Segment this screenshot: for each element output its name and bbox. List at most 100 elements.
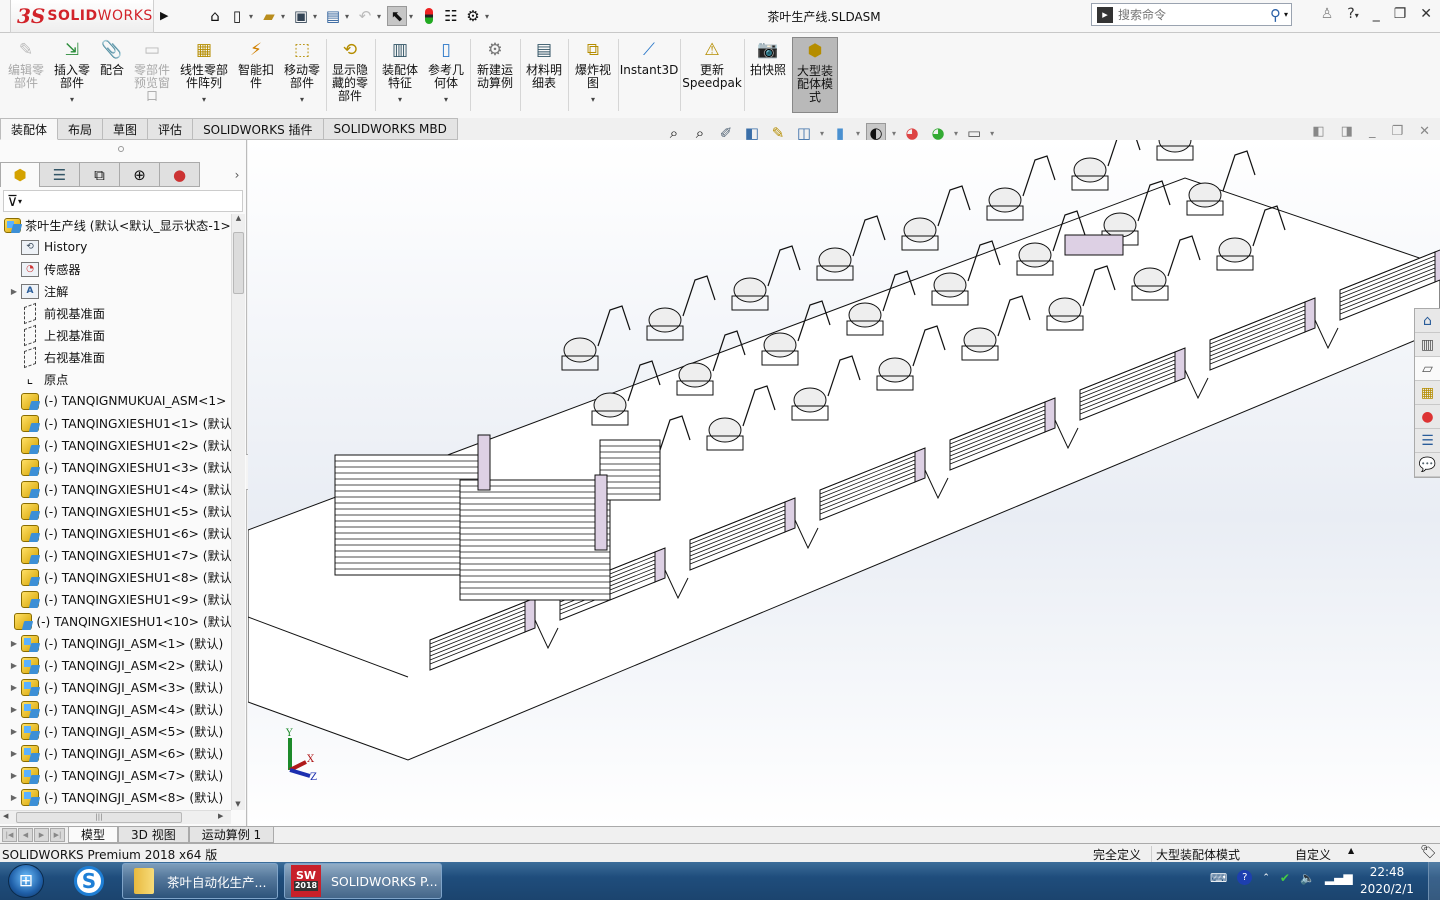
tree-item[interactable]: (-) TANQINGXIESHU1<4> (默认 [0, 478, 232, 500]
doc-close-button[interactable]: ✕ [1419, 124, 1430, 139]
tree-item[interactable]: 前视基准面 [0, 302, 232, 324]
tab-evaluate[interactable]: 评估 [148, 118, 194, 140]
tab-3d-views[interactable]: 3D 视图 [118, 827, 189, 843]
mate-button[interactable]: 📎 配合 [98, 39, 126, 77]
unit-system[interactable]: 自定义 [1295, 846, 1331, 863]
orientation-dropdown-icon[interactable]: ▾ [820, 129, 824, 138]
tree-item[interactable]: (-) TANQINGXIESHU1<10> (默认 [0, 610, 232, 632]
tree-root[interactable]: 茶叶生产线 (默认<默认_显示状态-1>) [0, 214, 232, 236]
sogou-input-icon[interactable]: S [74, 866, 104, 896]
graphics-area[interactable]: Y XZ ⌂ ▥ ▱ ▦ ● ☰ 💬 [248, 140, 1440, 826]
update-speedpak-button[interactable]: ⚠ 更新 Speedpak [682, 39, 742, 90]
horizontal-scroll-thumb[interactable]: ||| [16, 812, 182, 823]
tile-left-icon[interactable]: ◧ [1312, 124, 1324, 139]
minimize-button[interactable]: _ [1373, 6, 1380, 22]
move-component-button[interactable]: ⬚ 移动零 部件 ▾ [282, 39, 322, 106]
tree-item[interactable]: 右视基准面 [0, 346, 232, 368]
expand-arrow-icon[interactable]: ▶ [8, 771, 20, 780]
taskbar-solidworks-button[interactable]: SW 2018 SOLIDWORKS P... [284, 863, 442, 899]
assembly-features-button[interactable]: ▥ 装配体 特征 ▾ [380, 39, 420, 106]
tree-item[interactable]: ▶ (-) TANQINGJI_ASM<4> (默认) [0, 698, 232, 720]
tree-item[interactable]: (-) TANQINGXIESHU1<3> (默认 [0, 456, 232, 478]
unit-menu-arrow-icon[interactable]: ▲ [1348, 846, 1354, 855]
tree-item[interactable]: (-) TANQINGXIESHU1<8> (默认 [0, 566, 232, 588]
configurationmanager-tab[interactable]: ⧉ [80, 162, 120, 187]
tab-sketch[interactable]: 草图 [103, 118, 149, 140]
display-dropdown-icon[interactable]: ▾ [856, 129, 860, 138]
bill-of-materials-button[interactable]: ▤ 材料明 细表 [523, 39, 565, 90]
tile-right-icon[interactable]: ◨ [1341, 124, 1353, 139]
search-icon[interactable]: ⚲ [1270, 6, 1281, 24]
propertymanager-tab[interactable]: ☰ [40, 162, 80, 187]
close-button[interactable]: ✕ [1420, 6, 1432, 22]
instant3d-button[interactable]: ⟋ Instant3D [620, 39, 679, 77]
hide-show-dropdown-icon[interactable]: ▾ [892, 129, 896, 138]
scrollbar-thumb[interactable] [233, 232, 244, 294]
expand-arrow-icon[interactable]: ▶ [8, 705, 20, 714]
tree-item[interactable]: ▶ (-) TANQINGJI_ASM<5> (默认) [0, 720, 232, 742]
expand-arrow-icon[interactable]: ▶ [8, 727, 20, 736]
featuremanager-tab[interactable]: ⬢ [0, 162, 40, 187]
tree-item[interactable]: ▶ (-) TANQINGJI_ASM<8> (默认) [0, 786, 232, 808]
scroll-right-arrow[interactable]: ▶ [218, 812, 223, 820]
tag-icon[interactable]: 🏷 [1420, 845, 1437, 860]
reference-geometry-button[interactable]: ▯ 参考几 何体 ▾ [426, 39, 466, 106]
help-tray-icon[interactable]: ? [1237, 870, 1253, 885]
tree-item[interactable]: (-) TANQINGXIESHU1<2> (默认 [0, 434, 232, 456]
tree-item[interactable]: ⌞ 原点 [0, 368, 232, 390]
refgeom-dropdown-icon[interactable]: ▾ [444, 93, 448, 106]
user-icon[interactable]: ♙ [1321, 6, 1334, 22]
dimxpert-tab[interactable]: ⊕ [120, 162, 160, 187]
keyboard-icon[interactable]: ⌨ [1210, 871, 1227, 885]
tree-item[interactable]: (-) TANQIGNMUKUAI_ASM<1> [0, 390, 232, 412]
first-tab-icon[interactable]: |◀ [2, 828, 17, 842]
settings-dropdown-icon[interactable]: ▾ [990, 129, 994, 138]
tab-addins[interactable]: SOLIDWORKS 插件 [193, 118, 324, 140]
tree-filter[interactable]: ⊽ ▾ [3, 190, 243, 212]
tree-item[interactable]: (-) TANQINGXIESHU1<6> (默认 [0, 522, 232, 544]
prev-tab-icon[interactable]: ◀ [18, 828, 33, 842]
scroll-down-arrow[interactable]: ▼ [232, 800, 244, 808]
help-icon[interactable]: ?▾ [1347, 6, 1358, 22]
start-button[interactable]: ⊞ [8, 864, 44, 898]
solidworks-resources-icon[interactable]: ⌂ [1415, 309, 1440, 333]
edit-component-button[interactable]: ✎ 编辑零 部件 [6, 39, 46, 90]
last-tab-icon[interactable]: ▶| [50, 828, 65, 842]
explode-dropdown-icon[interactable]: ▾ [591, 93, 595, 106]
doc-minimize-button[interactable]: _ [1369, 124, 1376, 139]
tree-item[interactable]: ▶ (-) TANQINGJI_ASM<2> (默认) [0, 654, 232, 676]
smart-fasteners-button[interactable]: ⚡ 智能扣 件 [236, 39, 276, 90]
new-motion-study-button[interactable]: ⚙ 新建运 动算例 [474, 39, 516, 90]
tab-motion-study-1[interactable]: 运动算例 1 [188, 827, 275, 843]
tree-horizontal-scrollbar[interactable]: ◀ ||| ▶ [0, 810, 231, 824]
move-dropdown-icon[interactable]: ▾ [300, 93, 304, 106]
tree-item[interactable]: (-) TANQINGXIESHU1<9> (默认 [0, 588, 232, 610]
exploded-view-button[interactable]: ⧉ 爆炸视 图 ▾ [572, 39, 614, 106]
tab-assembly[interactable]: 装配体 [0, 118, 59, 140]
volume-icon[interactable]: 🔈 [1300, 871, 1315, 885]
expand-arrow-icon[interactable]: ▶ [8, 683, 20, 692]
tree-item[interactable]: (-) TANQINGXIESHU1<5> (默认 [0, 500, 232, 522]
assembly-model-view[interactable]: Y XZ [248, 140, 1440, 826]
search-dropdown-icon[interactable]: ▾ [1284, 10, 1288, 19]
component-preview-button[interactable]: ▭ 零部件 预览窗 口 [130, 39, 174, 103]
design-library-icon[interactable]: ▥ [1415, 333, 1440, 357]
linear-pattern-button[interactable]: ▦ 线性零部 件阵列 ▾ [178, 39, 230, 106]
tree-item[interactable]: (-) TANQINGXIESHU1<7> (默认 [0, 544, 232, 566]
appearances-icon[interactable]: ● [1415, 405, 1440, 429]
pattern-dropdown-icon[interactable]: ▾ [202, 93, 206, 106]
next-tab-icon[interactable]: ▶ [34, 828, 49, 842]
tab-layout[interactable]: 布局 [58, 118, 104, 140]
features-dropdown-icon[interactable]: ▾ [398, 93, 402, 106]
tree-item[interactable]: 上视基准面 [0, 324, 232, 346]
tree-vertical-scrollbar[interactable]: ▲ ▼ [231, 214, 245, 810]
insert-dropdown-icon[interactable]: ▾ [70, 93, 74, 106]
show-desktop-button[interactable] [1428, 862, 1440, 900]
solidworks-rx-icon[interactable]: ✔ [1280, 871, 1290, 885]
expand-arrow-icon[interactable]: ▶ [8, 793, 20, 802]
file-explorer-icon[interactable]: ▱ [1415, 357, 1440, 381]
insert-component-button[interactable]: ⇲ 插入零 部件 ▾ [50, 39, 94, 106]
network-signal-icon[interactable]: ▂▄▆ [1325, 871, 1353, 885]
scroll-up-arrow[interactable]: ▲ [232, 214, 245, 226]
tree-item[interactable]: ▶ A 注解 [0, 280, 232, 302]
